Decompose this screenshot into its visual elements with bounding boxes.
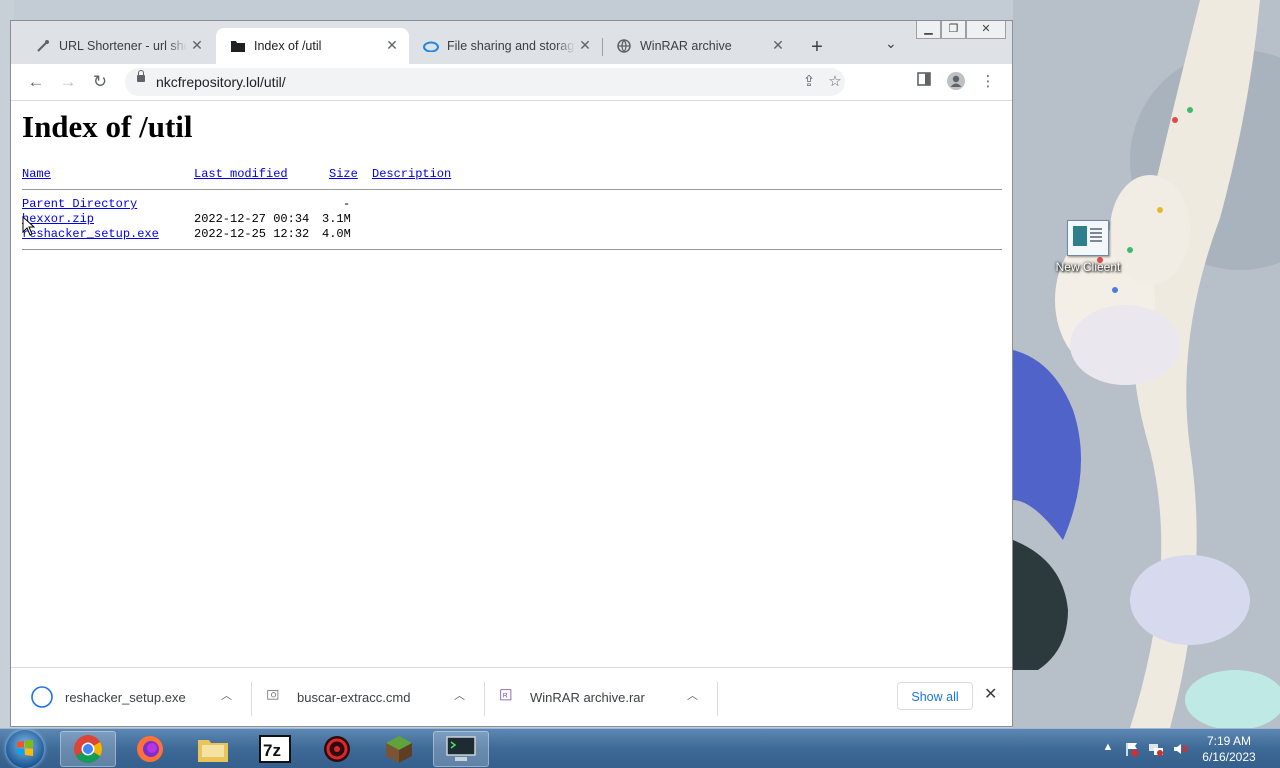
page-content: Index of /util Name Last modified Size D…	[11, 101, 1012, 667]
parent-directory-link[interactable]: Parent Directory	[22, 197, 137, 211]
folder-icon	[230, 38, 246, 54]
browser-toolbar: ← → ↻ nkcfrepository.lol/util/ ⇪ ☆ ⋮	[11, 64, 1012, 101]
tab-winrar-archive[interactable]: WinRAR archive ✕	[602, 28, 795, 64]
file-size: 4.0M	[322, 227, 351, 241]
divider	[484, 682, 485, 716]
system-clock[interactable]: 7:19 AM 6/16/2023	[1196, 733, 1262, 765]
mouse-cursor-icon	[22, 216, 36, 236]
download-filename: WinRAR archive.rar	[530, 689, 645, 705]
taskbar-minecraft[interactable]	[371, 731, 427, 767]
close-tab-icon[interactable]: ✕	[188, 37, 206, 54]
tab-title: File sharing and storage made simple	[447, 39, 575, 53]
minimize-button[interactable]: ▁	[916, 21, 941, 39]
chevron-up-icon[interactable]: ︿	[221, 687, 232, 703]
tab-strip: URL Shortener - url shortener ✕ Index of…	[11, 21, 1012, 64]
chrome-window: URL Shortener - url shortener ✕ Index of…	[10, 20, 1013, 727]
download-filename: reshacker_setup.exe	[65, 689, 186, 705]
winrar-icon: R	[500, 689, 512, 701]
script-file-icon	[267, 690, 279, 700]
sort-by-size-link[interactable]: Size	[329, 167, 358, 181]
divider	[22, 189, 1002, 190]
show-all-downloads-button[interactable]: Show all	[897, 682, 973, 710]
svg-text:7z: 7z	[263, 741, 281, 760]
divider	[251, 682, 252, 716]
clock-date: 6/16/2023	[1202, 750, 1256, 764]
file-modified: 2022-12-27 00:34	[194, 212, 310, 226]
close-download-shelf-icon[interactable]: ✕	[984, 684, 997, 704]
sort-by-name-link[interactable]: Name	[22, 167, 51, 181]
url-text[interactable]: nkcfrepository.lol/util/	[156, 74, 286, 90]
chevron-up-icon[interactable]: ︿	[454, 687, 465, 703]
loading-ring-icon	[31, 686, 53, 708]
firefox-icon	[137, 736, 163, 762]
address-bar[interactable]: nkcfrepository.lol/util/ ⇪ ☆	[125, 68, 845, 96]
chrome-icon	[74, 735, 102, 763]
globe-icon	[616, 38, 632, 54]
restore-button[interactable]: ❐	[941, 21, 966, 39]
explorer-icon	[198, 740, 228, 762]
taskbar-firefox[interactable]	[122, 731, 178, 767]
download-item-reshacker[interactable]: reshacker_setup.exe	[31, 680, 186, 714]
desktop-icon-new-clieent[interactable]: New Clieent	[1052, 220, 1124, 274]
minecraft-icon	[386, 736, 412, 763]
share-icon[interactable]: ⇪	[799, 72, 819, 92]
divider	[22, 249, 1002, 250]
show-hidden-icons-chevron-icon[interactable]: ▲	[1100, 741, 1116, 757]
tab-file-sharing[interactable]: File sharing and storage made simple ✕	[409, 28, 602, 64]
7zip-icon: 7z	[259, 735, 291, 763]
tab-index-of-util[interactable]: Index of /util ✕	[216, 28, 409, 64]
close-tab-icon[interactable]: ✕	[576, 37, 594, 54]
tab-title: WinRAR archive	[640, 39, 732, 53]
start-button[interactable]	[6, 730, 44, 768]
menu-kebab-icon[interactable]: ⋮	[978, 72, 998, 92]
action-center-flag-icon[interactable]	[1124, 741, 1140, 757]
page-title: Index of /util	[22, 109, 193, 144]
side-panel-icon[interactable]	[914, 72, 934, 92]
svg-text:R: R	[503, 693, 508, 700]
volume-muted-icon[interactable]	[1172, 741, 1188, 757]
download-item-buscar[interactable]: buscar-extracc.cmd	[267, 680, 410, 714]
app-icon	[324, 736, 350, 762]
taskbar-7zip[interactable]: 7z	[247, 731, 303, 767]
cloud-icon	[423, 38, 439, 54]
windows-logo-icon	[17, 740, 33, 756]
new-tab-button[interactable]: +	[806, 36, 828, 59]
tab-url-shortener[interactable]: URL Shortener - url shortener ✕	[21, 28, 214, 64]
taskbar-explorer[interactable]	[185, 731, 241, 767]
document-icon	[1067, 220, 1109, 256]
taskbar-chrome[interactable]	[60, 731, 116, 767]
reload-icon[interactable]: ↻	[87, 70, 113, 94]
profile-avatar-icon[interactable]	[946, 72, 966, 92]
chevron-up-icon[interactable]: ︿	[687, 687, 698, 703]
tab-title: Index of /util	[254, 39, 322, 53]
link-icon	[35, 38, 51, 54]
clock-time: 7:19 AM	[1206, 734, 1252, 748]
taskbar: 7z ▲ 7:19 AM 6/16/2023	[0, 728, 1280, 768]
download-filename: buscar-extracc.cmd	[297, 689, 411, 705]
network-icon[interactable]	[1148, 741, 1164, 757]
lock-icon	[137, 70, 145, 82]
divider	[717, 682, 718, 716]
close-tab-icon[interactable]: ✕	[383, 37, 401, 54]
download-item-winrar[interactable]: R WinRAR archive.rar	[500, 680, 645, 714]
forward-arrow-icon[interactable]: →	[55, 70, 81, 94]
taskbar-terminal[interactable]	[433, 731, 489, 767]
terminal-icon	[446, 736, 476, 761]
file-link-reshacker[interactable]: reshacker_setup.exe	[22, 227, 159, 241]
desktop-icon-label: New Clieent	[1055, 260, 1121, 274]
file-size: 3.1M	[322, 212, 351, 226]
back-arrow-icon[interactable]: ←	[23, 70, 49, 94]
file-modified: 2022-12-25 12:32	[194, 227, 310, 241]
sort-by-description-link[interactable]: Description	[372, 167, 451, 181]
download-shelf: reshacker_setup.exe ︿ buscar-extracc.cmd…	[11, 667, 1012, 726]
tab-title: URL Shortener - url shortener	[59, 39, 187, 53]
close-tab-icon[interactable]: ✕	[769, 37, 787, 54]
bookmark-star-icon[interactable]: ☆	[825, 72, 845, 92]
close-window-button[interactable]: ✕	[966, 21, 1006, 39]
parent-size: -	[343, 197, 351, 211]
taskbar-app[interactable]	[309, 731, 365, 767]
sort-by-modified-link[interactable]: Last modified	[194, 167, 288, 181]
tab-search-chevron-icon[interactable]: ⌄	[885, 35, 897, 52]
